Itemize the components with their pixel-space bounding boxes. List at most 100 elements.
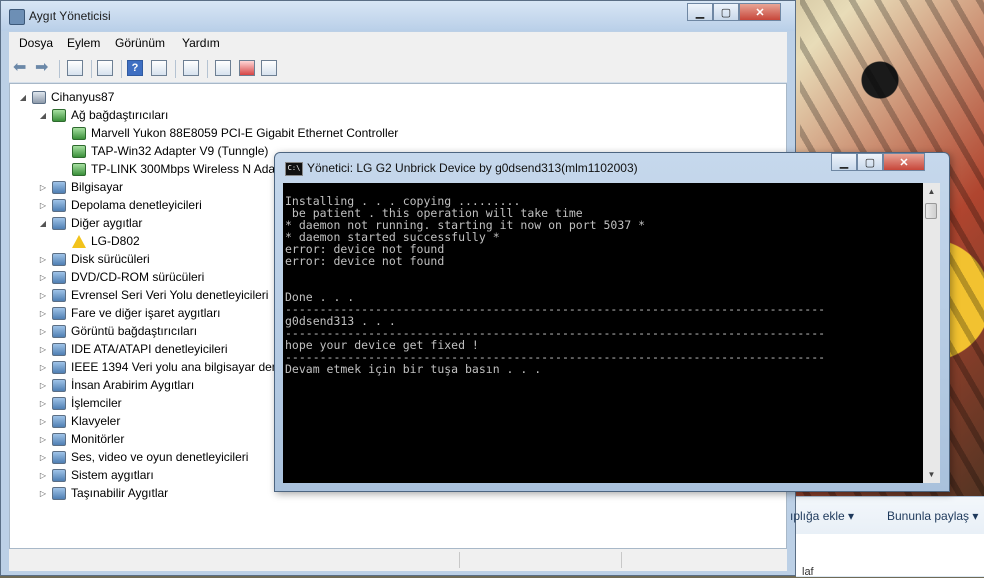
window-controls: ▁ ▢ ✕ <box>687 3 781 21</box>
tree-category-item[interactable]: ◢ Diğer aygıtlar <box>38 214 142 232</box>
tree-item-label: Klavyeler <box>71 414 121 428</box>
network-adapter-icon <box>72 144 86 158</box>
tree-category-item[interactable]: ▷ IDE ATA/ATAPI denetleyicileri <box>38 340 228 358</box>
menu-yardim[interactable]: Yardım <box>182 36 220 50</box>
action-pane-icon[interactable] <box>151 60 167 76</box>
tree-category-item[interactable]: ▷ Görüntü bağdaştırıcıları <box>38 322 197 340</box>
tree-item-label: TP-LINK 300Mbps Wireless N Adap <box>91 162 282 176</box>
expand-arrow-icon[interactable]: ▷ <box>38 273 48 282</box>
expand-arrow-icon[interactable]: ▷ <box>38 417 48 426</box>
tree-child-item[interactable]: LG-D802 <box>58 232 140 250</box>
toolbar-separator <box>121 60 122 78</box>
tree-item-label: TAP-Win32 Adapter V9 (Tunngle) <box>91 144 269 158</box>
share-with-button[interactable]: Bununla paylaş ▾ <box>887 509 978 523</box>
console-close-button[interactable]: ✕ <box>883 153 925 171</box>
ide-icon <box>52 342 66 356</box>
tree-category-item[interactable]: ◢ Ağ bağdaştırıcıları <box>38 106 168 124</box>
expand-arrow-icon[interactable]: ▷ <box>38 471 48 480</box>
minimize-icon: ▁ <box>695 6 705 19</box>
menu-bar: Dosya Eylem Görünüm Yardım <box>9 32 787 54</box>
back-arrow-icon[interactable]: ⬅ <box>13 60 29 76</box>
portable-device-icon <box>52 486 66 500</box>
tree-category-item[interactable]: ▷ Depolama denetleyicileri <box>38 196 202 214</box>
tree-category-item[interactable]: ▷ Klavyeler <box>38 412 120 430</box>
tree-category-item[interactable]: ▷ Fare ve diğer işaret aygıtları <box>38 304 220 322</box>
properties-icon[interactable] <box>97 60 113 76</box>
toolbar-separator <box>59 60 60 78</box>
console-title[interactable]: Yönetici: LG G2 Unbrick Device by g0dsen… <box>307 161 638 175</box>
minimize-button[interactable]: ▁ <box>687 3 713 21</box>
expand-arrow-icon[interactable]: ▷ <box>38 255 48 264</box>
menu-dosya[interactable]: Dosya <box>19 36 53 50</box>
tree-category-item[interactable]: ▷ Evrensel Seri Veri Yolu denetleyicileri <box>38 286 269 304</box>
update-driver-icon[interactable] <box>215 60 231 76</box>
network-adapter-icon <box>72 126 86 140</box>
tree-root[interactable]: ◢ Cihanyus87 <box>18 88 114 106</box>
tree-category-item[interactable]: ▷ DVD/CD-ROM sürücüleri <box>38 268 204 286</box>
tree-category-item[interactable]: ▷ Taşınabilir Aygıtlar <box>38 484 168 502</box>
device-manager-icon <box>9 9 25 25</box>
tree-item-label: IEEE 1394 Veri yolu ana bilgisayar denet <box>71 360 289 374</box>
expand-arrow-icon[interactable]: ▷ <box>38 381 48 390</box>
maximize-button[interactable]: ▢ <box>713 3 739 21</box>
tree-item-label: Bilgisayar <box>71 180 124 194</box>
collapse-arrow-icon[interactable]: ◢ <box>38 219 48 228</box>
sound-icon <box>52 450 66 464</box>
status-bar <box>9 549 787 571</box>
menu-eylem[interactable]: Eylem <box>67 36 100 50</box>
tree-category-item[interactable]: ▷ Disk sürücüleri <box>38 250 150 268</box>
expand-arrow-icon[interactable]: ▷ <box>38 183 48 192</box>
scan-hardware-icon[interactable] <box>183 60 199 76</box>
disable-device-icon[interactable] <box>261 60 277 76</box>
menu-gorunum[interactable]: Görünüm <box>115 36 165 50</box>
tree-category-item[interactable]: ▷ IEEE 1394 Veri yolu ana bilgisayar dene… <box>38 358 289 376</box>
expand-arrow-icon[interactable]: ▷ <box>38 291 48 300</box>
collapse-arrow-icon[interactable]: ◢ <box>18 93 28 102</box>
scroll-down-arrow-icon[interactable]: ▼ <box>923 466 940 483</box>
expand-arrow-icon[interactable]: ▷ <box>38 327 48 336</box>
tree-item-label: Evrensel Seri Veri Yolu denetleyicileri <box>71 288 269 302</box>
tree-category-item[interactable]: ▷ Monitörler <box>38 430 124 448</box>
tree-child-item[interactable]: Marvell Yukon 88E8059 PCI-E Gigabit Ethe… <box>58 124 398 142</box>
tree-child-item[interactable]: TP-LINK 300Mbps Wireless N Adap <box>58 160 282 178</box>
expand-arrow-icon[interactable]: ▷ <box>38 309 48 318</box>
console-minimize-button[interactable]: ▁ <box>831 153 857 171</box>
dvd-icon <box>52 270 66 284</box>
help-icon[interactable]: ? <box>127 60 143 76</box>
expand-arrow-icon[interactable]: ▷ <box>38 435 48 444</box>
usb-icon <box>52 288 66 302</box>
hid-icon <box>52 378 66 392</box>
expand-arrow-icon[interactable]: ▷ <box>38 489 48 498</box>
tree-child-item[interactable]: TAP-Win32 Adapter V9 (Tunngle) <box>58 142 268 160</box>
expand-arrow-icon[interactable]: ▷ <box>38 363 48 372</box>
expand-arrow-icon[interactable]: ▷ <box>38 345 48 354</box>
scroll-thumb[interactable] <box>925 203 937 219</box>
scroll-up-arrow-icon[interactable]: ▲ <box>923 183 940 200</box>
toolbar-separator <box>175 60 176 78</box>
expand-arrow-icon[interactable]: ▷ <box>38 453 48 462</box>
collapse-arrow-icon[interactable]: ◢ <box>38 111 48 120</box>
console-maximize-button[interactable]: ▢ <box>857 153 883 171</box>
maximize-icon: ▢ <box>720 6 732 19</box>
add-to-library-button[interactable]: ıplığa ekle ▾ <box>790 509 854 523</box>
tree-category-item[interactable]: ▷ Ses, video ve oyun denetleyicileri <box>38 448 249 466</box>
uninstall-icon[interactable] <box>239 60 255 76</box>
tree-category-item[interactable]: ▷ İnsan Arabirim Aygıtları <box>38 376 194 394</box>
device-manager-titlebar[interactable]: Aygıt Yöneticisi ▁ ▢ ✕ <box>1 1 795 31</box>
close-button[interactable]: ✕ <box>739 3 781 21</box>
tree-item-label: Ses, video ve oyun denetleyicileri <box>71 450 249 464</box>
console-output-area[interactable]: Installing . . . copying ......... be pa… <box>283 183 923 483</box>
show-hide-tree-icon[interactable] <box>67 60 83 76</box>
expand-arrow-icon[interactable]: ▷ <box>38 399 48 408</box>
console-scrollbar[interactable]: ▲ ▼ <box>923 183 940 483</box>
tree-category-item[interactable]: ▷ Bilgisayar <box>38 178 123 196</box>
toolbar-separator <box>91 60 92 78</box>
console-window-controls: ▁ ▢ ✕ <box>831 153 925 171</box>
tree-category-item[interactable]: ▷ İşlemciler <box>38 394 122 412</box>
expand-arrow-icon[interactable]: ▷ <box>38 201 48 210</box>
toolbar-separator <box>207 60 208 78</box>
forward-arrow-icon[interactable]: ➡ <box>35 60 51 76</box>
tree-category-item[interactable]: ▷ Sistem aygıtları <box>38 466 154 484</box>
status-cell <box>461 552 622 568</box>
tree-item-label: IDE ATA/ATAPI denetleyicileri <box>71 342 228 356</box>
